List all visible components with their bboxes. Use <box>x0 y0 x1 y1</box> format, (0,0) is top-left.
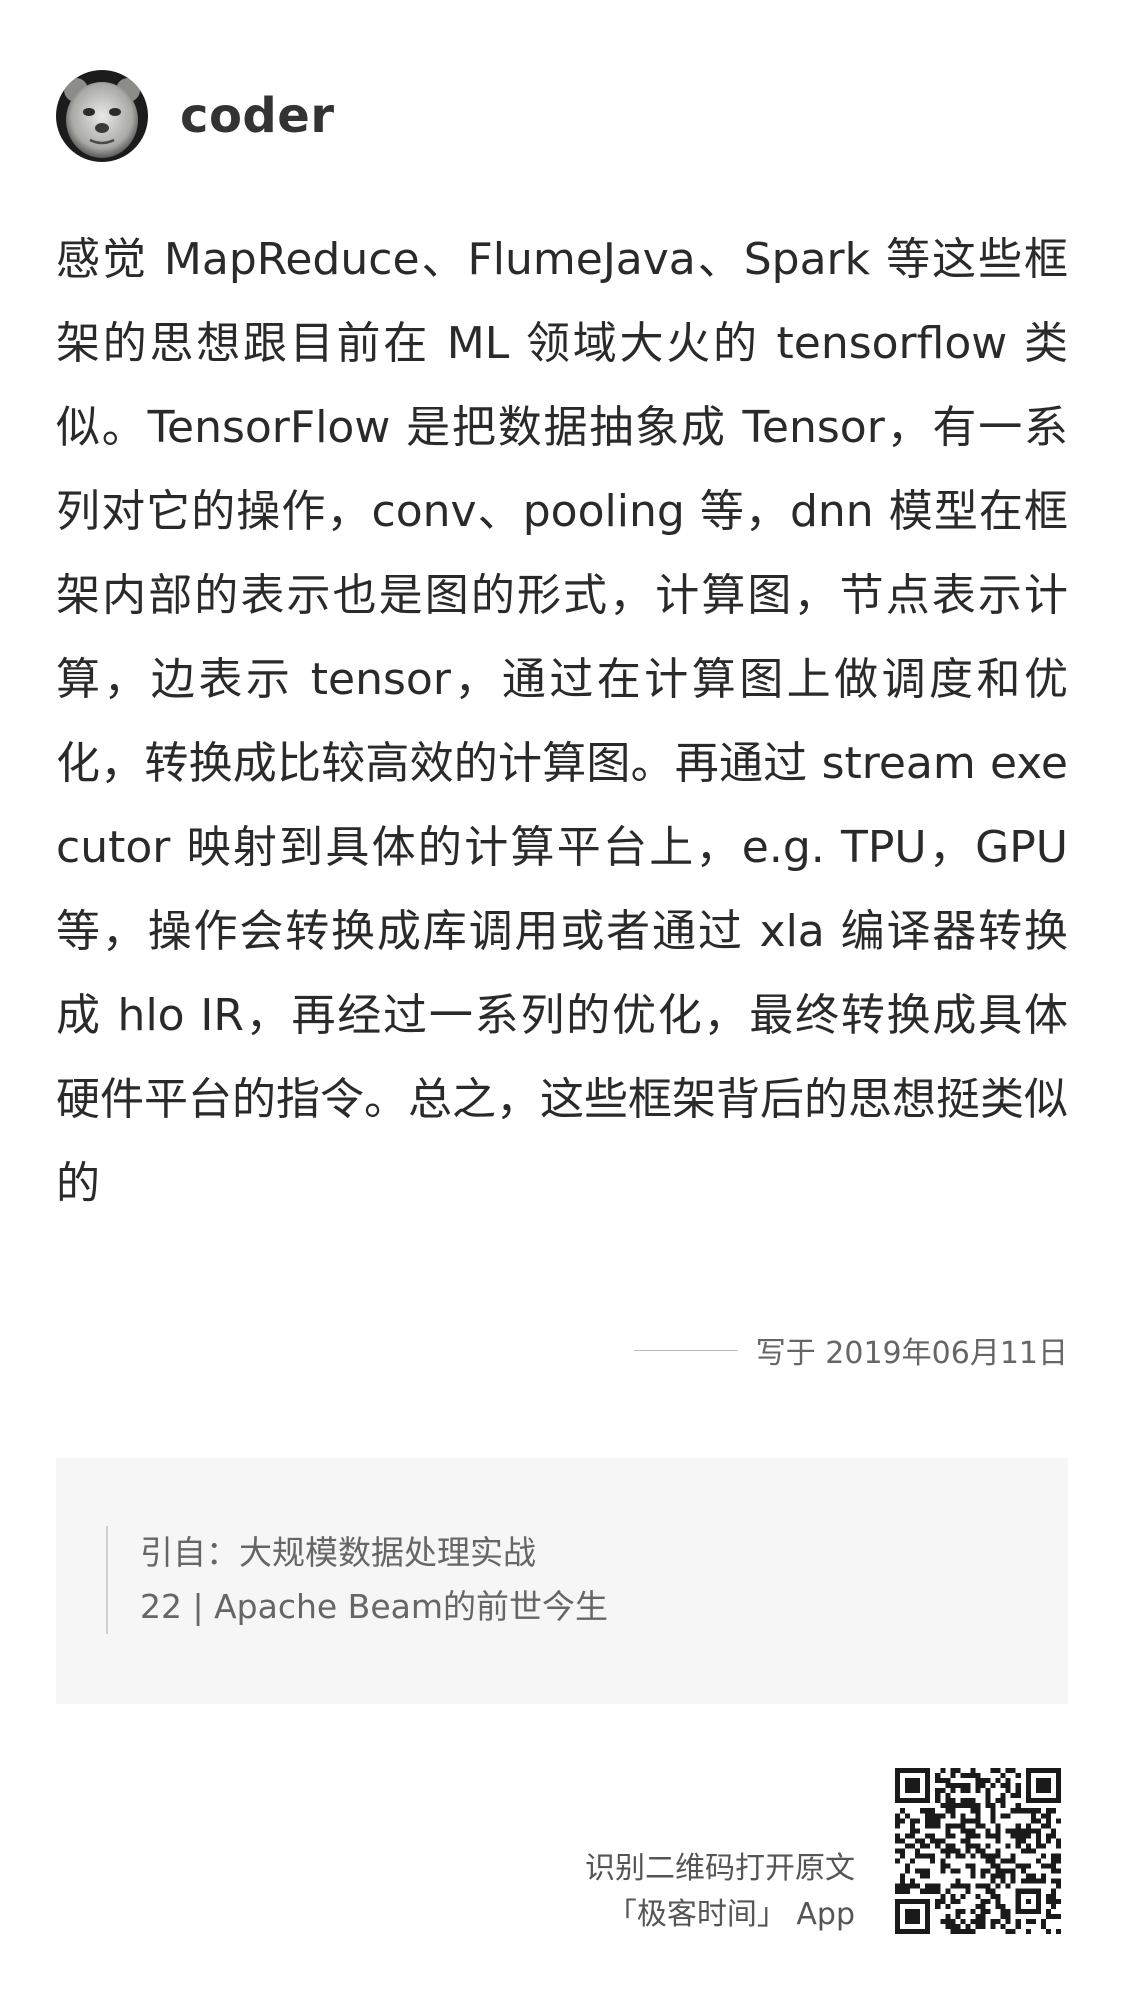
post-body: 感觉 MapReduce、FlumeJava、Spark 等这些框架的思想跟目前… <box>56 234 1068 1209</box>
post-header: coder <box>56 70 335 162</box>
date-divider <box>633 1349 738 1351</box>
avatar[interactable] <box>56 70 148 162</box>
scan-hint: 识别二维码打开原文 <box>585 1851 855 1886</box>
quote-chapter-title: 22 | Apache Beam的前世今生 <box>140 1587 608 1626</box>
footer-caption: 识别二维码打开原文 「极客时间」 App <box>585 1846 855 1938</box>
app-name: 「极客时间」 App <box>606 1897 855 1932</box>
quote-book-title: 引自：大规模数据处理实战 <box>140 1533 536 1572</box>
qr-code-icon[interactable] <box>895 1768 1061 1934</box>
bear-avatar-icon <box>56 70 148 162</box>
post-date-row: 写于 2019年06月11日 <box>633 1330 1068 1371</box>
username[interactable]: coder <box>180 88 335 144</box>
post-date: 写于 2019年06月11日 <box>755 1336 1068 1371</box>
quote-card[interactable]: 引自：大规模数据处理实战 22 | Apache Beam的前世今生 <box>56 1458 1068 1704</box>
quote-source: 引自：大规模数据处理实战 22 | Apache Beam的前世今生 <box>106 1526 608 1634</box>
